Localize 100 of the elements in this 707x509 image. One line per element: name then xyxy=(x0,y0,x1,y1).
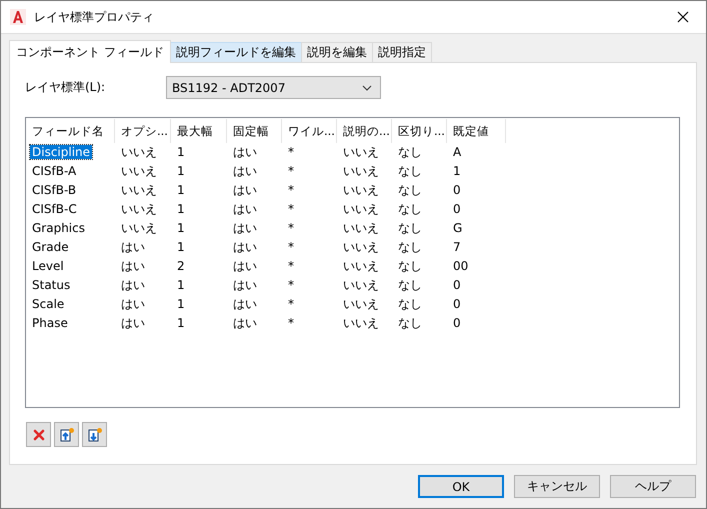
table-cell-text: いいえ xyxy=(342,202,380,216)
table-cell-text: * xyxy=(287,221,295,235)
column-header[interactable]: 区切り... xyxy=(392,119,447,143)
table-cell-text: いいえ xyxy=(342,221,380,235)
table-cell-text: * xyxy=(287,259,295,273)
table-cell-text: 1 xyxy=(176,240,186,254)
table-cell-text: * xyxy=(287,297,295,311)
table-cell-text: いいえ xyxy=(342,316,380,330)
table-cell-text: 1 xyxy=(176,145,186,159)
table-cell-text: いいえ xyxy=(342,183,380,197)
table-cell-text: はい xyxy=(120,259,146,273)
dialog-button[interactable]: OK xyxy=(418,475,504,498)
table-cell-text: いいえ xyxy=(342,259,380,273)
table-cell-text: * xyxy=(287,183,295,197)
table-cell[interactable]: Phase xyxy=(30,316,70,330)
table-cell-text: 0 xyxy=(452,183,462,197)
table-cell-text: A xyxy=(452,145,462,159)
table-cell-text: G xyxy=(452,221,464,235)
table-cell-text: * xyxy=(287,202,295,216)
table-cell[interactable]: Discipline xyxy=(30,145,92,159)
table-cell[interactable]: Grade xyxy=(30,240,71,254)
table-cell-text: なし xyxy=(397,221,423,235)
column-header[interactable]: ワイル... xyxy=(282,119,337,143)
table-cell-text: 1 xyxy=(176,202,186,216)
table-cell[interactable]: Graphics xyxy=(30,221,87,235)
column-header[interactable]: フィールド名 xyxy=(26,119,115,143)
table-cell-text: なし xyxy=(397,316,423,330)
table-cell-text: 2 xyxy=(176,259,186,273)
table-cell[interactable]: Scale xyxy=(30,297,66,311)
table-cell-text: 7 xyxy=(452,240,462,254)
table-cell-text: はい xyxy=(120,240,146,254)
table-cell-text: いいえ xyxy=(342,240,380,254)
column-header[interactable]: 固定幅 xyxy=(227,119,282,143)
table-cell[interactable]: CISfB-C xyxy=(30,202,79,216)
table-cell-text: いいえ xyxy=(120,221,158,235)
table-cell[interactable]: Level xyxy=(30,259,66,273)
table-cell[interactable]: CISfB-A xyxy=(30,164,78,178)
table-cell[interactable]: CISfB-B xyxy=(30,183,78,197)
table-cell-text: はい xyxy=(232,164,258,178)
table-cell-text: はい xyxy=(232,240,258,254)
tab[interactable]: 説明を編集 xyxy=(300,42,373,62)
table-cell-text: * xyxy=(287,145,295,159)
table-cell-text: * xyxy=(287,316,295,330)
table-cell-text: なし xyxy=(397,240,423,254)
table-cell-text: 1 xyxy=(176,297,186,311)
table-cell-text: なし xyxy=(397,145,423,159)
table-cell-text: はい xyxy=(232,221,258,235)
column-header[interactable]: 説明の... xyxy=(337,119,392,143)
dialog-button[interactable]: キャンセル xyxy=(514,475,600,498)
insert-above-icon xyxy=(58,426,74,442)
table-cell-text: 1 xyxy=(176,316,186,330)
tab[interactable]: 説明指定 xyxy=(372,42,432,62)
table-cell-text: 0 xyxy=(452,202,462,216)
table-cell-text: はい xyxy=(120,316,146,330)
table-cell-text: 1 xyxy=(176,183,186,197)
table-cell-text: 1 xyxy=(452,164,462,178)
layer-standard-dropdown[interactable]: BS1192 - ADT2007 xyxy=(166,76,381,99)
column-header[interactable]: オプシ... xyxy=(115,119,171,143)
close-icon xyxy=(677,11,689,23)
table-cell-text: はい xyxy=(232,145,258,159)
table-cell-text: はい xyxy=(120,297,146,311)
tab[interactable]: コンポーネント フィールド xyxy=(9,40,171,63)
table-cell-text: はい xyxy=(232,278,258,292)
table-cell-text: いいえ xyxy=(120,145,158,159)
table-cell-text: 0 xyxy=(452,278,462,292)
table-cell-text: 0 xyxy=(452,297,462,311)
table-cell[interactable]: Status xyxy=(30,278,72,292)
table-cell-text: * xyxy=(287,240,295,254)
window-title: レイヤ標準プロパティ xyxy=(34,8,155,26)
column-header[interactable]: 最大幅 xyxy=(171,119,227,143)
table-cell-text: はい xyxy=(232,259,258,273)
table-cell-text: 1 xyxy=(176,278,186,292)
table-cell-text: なし xyxy=(397,202,423,216)
insert-below-icon xyxy=(86,426,102,442)
table-cell-text: いいえ xyxy=(342,164,380,178)
insert-above-button[interactable] xyxy=(54,422,79,447)
insert-below-button[interactable] xyxy=(82,422,107,447)
table-cell-text: はい xyxy=(120,278,146,292)
table-cell-text: なし xyxy=(397,278,423,292)
table-cell-text: いいえ xyxy=(120,183,158,197)
table-cell-text: いいえ xyxy=(120,202,158,216)
table-cell-text: なし xyxy=(397,259,423,273)
column-header[interactable]: 既定値 xyxy=(447,119,506,143)
tab[interactable]: 説明フィールドを編集 xyxy=(170,42,302,62)
delete-button[interactable] xyxy=(26,422,51,447)
app-icon xyxy=(10,9,26,25)
table-cell-text: なし xyxy=(397,164,423,178)
delete-icon xyxy=(30,426,46,442)
table-cell-text: いいえ xyxy=(342,278,380,292)
table-cell-text: 1 xyxy=(176,164,186,178)
table-cell-text: 0 xyxy=(452,316,462,330)
dialog-button[interactable]: ヘルプ xyxy=(610,475,696,498)
chevron-down-icon xyxy=(362,84,372,90)
table-cell-text: なし xyxy=(397,183,423,197)
table-cell-text: はい xyxy=(232,183,258,197)
table-cell-text: いいえ xyxy=(342,297,380,311)
field-label: レイヤ標準(L): xyxy=(25,79,106,96)
table-cell-text: はい xyxy=(232,316,258,330)
table-cell-text: * xyxy=(287,278,295,292)
table-cell-text: いいえ xyxy=(342,145,380,159)
